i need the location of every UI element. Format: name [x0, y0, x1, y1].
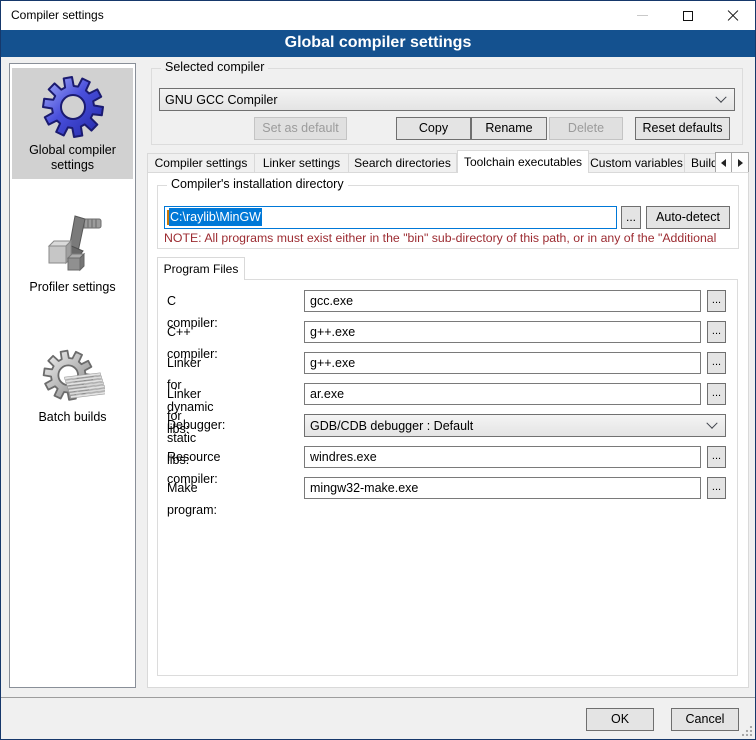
arrow-left-icon	[717, 159, 726, 167]
cancel-button[interactable]: Cancel	[671, 708, 739, 731]
resource-compiler-input[interactable]	[304, 446, 701, 468]
tab-linker-settings[interactable]: Linker settings	[255, 153, 349, 173]
compiler-buttons-row: Set as default Copy Rename Delete Reset …	[151, 117, 743, 140]
maximize-button[interactable]	[665, 1, 710, 30]
tab-search-directories[interactable]: Search directories	[349, 153, 457, 173]
cpp-compiler-input[interactable]	[304, 321, 701, 343]
ok-button[interactable]: OK	[586, 708, 654, 731]
compiler-select[interactable]: GNU GCC Compiler	[159, 88, 735, 111]
gear-stack-icon	[41, 342, 105, 406]
c-compiler-input[interactable]	[304, 290, 701, 312]
arrow-right-icon	[738, 159, 747, 167]
window-title: Compiler settings	[11, 1, 104, 30]
compiler-select-value: GNU GCC Compiler	[165, 93, 717, 107]
auto-detect-button[interactable]: Auto-detect	[646, 206, 730, 229]
selected-text: C:\raylib\MinGW	[169, 208, 262, 226]
sidebar-item-label: Batch builds	[14, 410, 131, 425]
tab-scroller	[715, 152, 749, 173]
minimize-icon	[637, 15, 648, 16]
tab-custom-variables[interactable]: Custom variables	[589, 153, 685, 173]
field-label-debugger: Debugger:	[167, 414, 225, 436]
make-program-browse-button[interactable]: ...	[707, 477, 726, 499]
compiler-settings-dialog: Compiler settings Global compiler settin…	[0, 0, 756, 740]
set-as-default-button[interactable]: Set as default	[254, 117, 347, 140]
close-button[interactable]	[710, 1, 755, 30]
tab-toolchain-executables[interactable]: Toolchain executables	[457, 150, 589, 173]
compiler-tabs: Compiler settingsLinker settingsSearch d…	[147, 150, 715, 173]
footer-divider	[1, 697, 756, 698]
tab-build-options[interactable]: Build options	[685, 153, 715, 173]
debugger-select-value: GDB/CDB debugger : Default	[310, 419, 708, 433]
resize-grip[interactable]	[742, 726, 752, 736]
sidebar-item-profiler-settings[interactable]: Profiler settings	[12, 205, 133, 301]
make-program-input[interactable]	[304, 477, 701, 499]
group-legend: Selected compiler	[161, 60, 268, 74]
sidebar-item-batch-builds[interactable]: Batch builds	[12, 335, 133, 431]
resource-compiler-browse-button[interactable]: ...	[707, 446, 726, 468]
sidebar-item-label: Global compiler settings	[14, 143, 131, 173]
linker-static-browse-button[interactable]: ...	[707, 383, 726, 405]
debugger-select[interactable]: GDB/CDB debugger : Default	[304, 414, 726, 437]
sidebar-item-label: Profiler settings	[14, 280, 131, 295]
rename-button[interactable]: Rename	[471, 117, 547, 140]
gear-blue-icon	[41, 75, 105, 139]
close-icon	[727, 10, 739, 22]
linker-static-input[interactable]	[304, 383, 701, 405]
delete-button[interactable]: Delete	[549, 117, 623, 140]
install-dir-browse-button[interactable]: ...	[621, 206, 641, 229]
tab-scroll-left-button[interactable]	[715, 152, 732, 173]
install-dir-input[interactable]: C:\raylib\MinGW	[164, 206, 617, 229]
titlebar: Compiler settings	[1, 1, 755, 30]
tab-compiler-settings[interactable]: Compiler settings	[147, 153, 255, 173]
caliper-icon	[41, 212, 105, 276]
chevron-down-icon	[715, 91, 726, 102]
reset-defaults-button[interactable]: Reset defaults	[635, 117, 730, 140]
group-legend: Compiler's installation directory	[167, 177, 348, 191]
sidebar-item-global-compiler-settings[interactable]: Global compiler settings	[12, 68, 133, 179]
c-compiler-browse-button[interactable]: ...	[707, 290, 726, 312]
note-text: NOTE: All programs must exist either in …	[164, 231, 736, 245]
page-title: Global compiler settings	[1, 30, 755, 57]
settings-category-list: Global compiler settings Profiler settin…	[9, 63, 136, 688]
copy-button[interactable]: Copy	[396, 117, 471, 140]
linker-dynamic-input[interactable]	[304, 352, 701, 374]
field-label-make-program: Make program:	[167, 477, 217, 521]
maximize-icon	[683, 11, 693, 21]
minimize-button[interactable]	[620, 1, 665, 30]
linker-dynamic-browse-button[interactable]: ...	[707, 352, 726, 374]
tab-scroll-right-button[interactable]	[732, 152, 749, 173]
tab-program-files[interactable]: Program Files	[157, 257, 245, 280]
cpp-compiler-browse-button[interactable]: ...	[707, 321, 726, 343]
chevron-down-icon	[706, 417, 717, 428]
